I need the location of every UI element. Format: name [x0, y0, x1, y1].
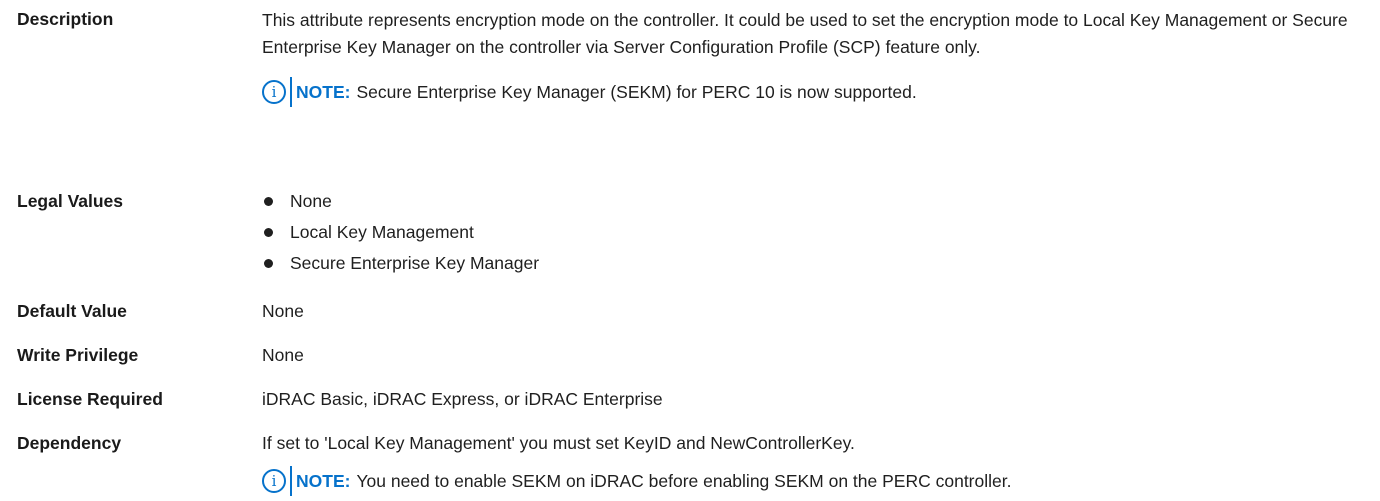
legal-values-list: None Local Key Management Secure Enterpr…: [262, 189, 1367, 276]
info-icon: i: [262, 469, 286, 493]
license-required-text: iDRAC Basic, iDRAC Express, or iDRAC Ent…: [262, 389, 663, 409]
legal-value-text: None: [290, 191, 332, 211]
note-label: NOTE:: [296, 470, 351, 491]
note-label: NOTE:: [296, 81, 351, 102]
dependency-row: Dependency If set to 'Local Key Manageme…: [17, 431, 1367, 496]
legal-values-row: Legal Values None Local Key Management S…: [17, 189, 1367, 282]
write-privilege-text: None: [262, 345, 304, 365]
dependency-label: Dependency: [17, 433, 122, 453]
list-item: None: [262, 189, 1367, 214]
dependency-value: If set to 'Local Key Management' you mus…: [262, 431, 1367, 496]
note-divider: [290, 466, 292, 496]
description-value: This attribute represents encryption mod…: [262, 7, 1367, 107]
bullet-icon: [264, 259, 273, 268]
note-text: You need to enable SEKM on iDRAC before …: [356, 470, 1012, 491]
license-required-row: License Required iDRAC Basic, iDRAC Expr…: [17, 387, 1367, 412]
list-item: Local Key Management: [262, 220, 1367, 245]
bullet-icon: [264, 197, 273, 206]
description-row: Description This attribute represents en…: [17, 7, 1367, 107]
legal-values-value: None Local Key Management Secure Enterpr…: [262, 189, 1367, 282]
bullet-icon: [264, 228, 273, 237]
write-privilege-row: Write Privilege None: [17, 343, 1367, 368]
list-item: Secure Enterprise Key Manager: [262, 251, 1367, 276]
write-privilege-label: Write Privilege: [17, 345, 139, 365]
legal-value-text: Local Key Management: [290, 222, 474, 242]
info-icon: i: [262, 80, 286, 104]
legal-values-label: Legal Values: [17, 191, 124, 211]
description-label: Description: [17, 9, 114, 29]
dependency-note: i NOTE: You need to enable SEKM on iDRAC…: [262, 466, 1367, 496]
dependency-text: If set to 'Local Key Management' you mus…: [262, 433, 855, 453]
default-value-row: Default Value None: [17, 299, 1367, 324]
description-text: This attribute represents encryption mod…: [262, 10, 1348, 57]
license-required-label: License Required: [17, 389, 163, 409]
legal-value-text: Secure Enterprise Key Manager: [290, 253, 540, 273]
description-note: i NOTE: Secure Enterprise Key Manager (S…: [262, 77, 1367, 107]
note-divider: [290, 77, 292, 107]
default-value-text: None: [262, 301, 304, 321]
note-text: Secure Enterprise Key Manager (SEKM) for…: [356, 81, 917, 102]
default-value-label: Default Value: [17, 301, 127, 321]
